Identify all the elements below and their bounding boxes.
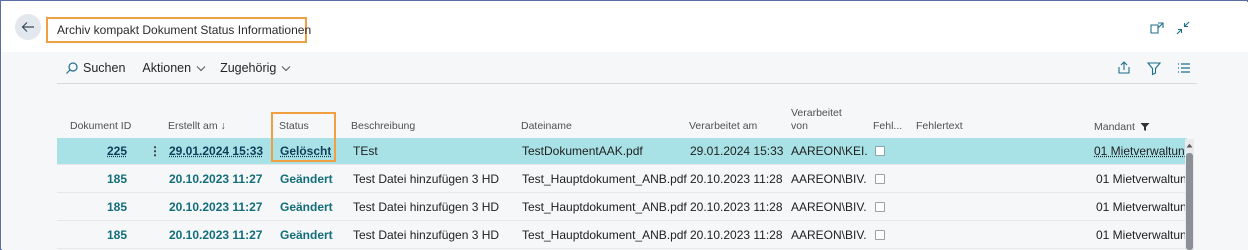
back-button[interactable] <box>15 14 41 40</box>
column-header-processed-by-2: von <box>791 120 808 132</box>
page-title: Archiv kompakt Dokument Status Informati… <box>46 17 311 43</box>
cell-description: Test Datei hinzufügen 3 HD <box>353 200 500 214</box>
cell-status: Geändert <box>280 228 333 242</box>
column-headers: Dokument ID Erstellt am ↓ Status Beschre… <box>57 88 1197 138</box>
cell-processed-at: 20.10.2023 11:28 <box>690 200 783 214</box>
column-header-created[interactable]: Erstellt am ↓ <box>168 120 226 133</box>
column-header-error-text[interactable]: Fehlertext <box>916 120 963 133</box>
cell-error-checkbox <box>875 202 885 212</box>
data-grid: Dokument ID Erstellt am ↓ Status Beschre… <box>57 88 1197 250</box>
cell-created: 20.10.2023 11:27 <box>169 172 263 186</box>
related-menu[interactable]: Zugehörig <box>220 61 292 75</box>
column-header-company-label: Mandant <box>1094 121 1135 133</box>
cell-filename: TestDokumentAAK.pdf <box>522 144 643 158</box>
cell-doc-id[interactable]: 185 <box>107 194 127 221</box>
cell-description: Test Datei hinzufügen 3 HD <box>353 228 500 242</box>
vertical-scrollbar[interactable] <box>1185 139 1194 250</box>
chevron-down-icon <box>196 65 206 71</box>
cell-doc-id[interactable]: 185 <box>107 166 127 193</box>
search-label: Suchen <box>83 60 126 75</box>
arrow-left-icon <box>21 22 34 32</box>
cell-error-checkbox <box>875 146 885 156</box>
cell-company[interactable]: 01 Mietverwaltung <box>1096 222 1187 249</box>
column-header-filename[interactable]: Dateiname <box>521 120 572 133</box>
column-header-doc-id[interactable]: Dokument ID <box>70 120 131 133</box>
cell-created: 20.10.2023 11:27 <box>169 228 263 242</box>
cell-doc-id[interactable]: 185 <box>107 222 127 249</box>
cell-company[interactable]: 01 Mietverwaltung <box>1096 166 1187 193</box>
actions-menu[interactable]: Aktionen <box>142 61 207 75</box>
cell-created: 20.10.2023 11:27 <box>169 200 263 214</box>
list-view-icon[interactable] <box>1175 59 1193 77</box>
scroll-up-icon[interactable] <box>1185 141 1194 149</box>
share-icon[interactable] <box>1115 59 1133 77</box>
column-header-status[interactable]: Status <box>279 120 309 133</box>
column-header-processed-by[interactable]: Verarbeitet <box>791 107 842 120</box>
cell-error-checkbox <box>875 174 885 184</box>
cell-status: Gelöscht <box>280 144 332 158</box>
chevron-down-icon <box>282 65 291 71</box>
cell-processed-by: AAREON\BIV... <box>791 200 867 214</box>
cell-processed-by: AAREON\KEI... <box>791 144 867 158</box>
cell-filename: Test_Hauptdokument_ANB.pdf <box>522 200 687 214</box>
table-row[interactable]: 225 ⋮ 29.01.2024 15:33 Gelöscht TEst Tes… <box>57 138 1187 165</box>
page-title-text: Archiv kompakt Dokument Status Informati… <box>57 23 312 37</box>
filter-icon <box>1140 123 1150 131</box>
cell-description: Test Datei hinzufügen 3 HD <box>353 172 500 186</box>
column-header-company[interactable]: Mandant <box>1094 120 1150 134</box>
cell-processed-at: 20.10.2023 11:28 <box>690 172 783 186</box>
cell-company[interactable]: 01 Mietverwaltung <box>1096 194 1187 221</box>
related-label: Zugehörig <box>220 60 277 75</box>
column-header-error[interactable]: Fehl... <box>873 120 902 133</box>
page-header: Archiv kompakt Dokument Status Informati… <box>2 2 1248 52</box>
cell-processed-by: AAREON\BIV... <box>791 172 867 186</box>
actions-label: Aktionen <box>142 60 192 75</box>
row-menu-icon[interactable]: ⋮ <box>149 138 161 165</box>
open-new-window-icon[interactable] <box>1148 19 1166 37</box>
search-button[interactable]: Suchen <box>65 61 125 75</box>
scrollbar-thumb[interactable] <box>1186 153 1193 250</box>
cell-doc-id[interactable]: 225 <box>107 138 127 165</box>
window-frame: Archiv kompakt Dokument Status Informati… <box>0 0 1248 250</box>
cell-processed-at: 20.10.2023 11:28 <box>690 228 783 242</box>
page-body: Suchen Aktionen Zugehörig Dokument ID Er… <box>2 52 1248 250</box>
cell-filename: Test_Hauptdokument_ANB.pdf <box>522 228 687 242</box>
cell-description: TEst <box>353 144 378 158</box>
table-row[interactable]: 185 20.10.2023 11:27 Geändert Test Datei… <box>57 222 1187 249</box>
action-bar: Suchen Aktionen Zugehörig <box>57 52 1197 84</box>
table-row[interactable]: 185 20.10.2023 11:27 Geändert Test Datei… <box>57 194 1187 221</box>
cell-status: Geändert <box>280 200 333 214</box>
cell-processed-at: 29.01.2024 15:33 <box>690 144 784 158</box>
cell-processed-by: AAREON\BIV... <box>791 228 867 242</box>
filter-icon[interactable] <box>1145 59 1163 77</box>
table-row[interactable]: 185 20.10.2023 11:27 Geändert Test Datei… <box>57 166 1187 193</box>
search-icon <box>66 61 78 74</box>
cell-company[interactable]: 01 Mietverwaltung <box>1094 138 1187 165</box>
cell-error-checkbox <box>875 230 885 240</box>
cell-created: 29.01.2024 15:33 <box>169 144 264 158</box>
cell-filename: Test_Hauptdokument_ANB.pdf <box>522 172 687 186</box>
collapse-icon[interactable] <box>1174 19 1192 37</box>
action-bar-right <box>1115 52 1197 84</box>
cell-status: Geändert <box>280 172 333 186</box>
column-header-description[interactable]: Beschreibung <box>351 120 415 133</box>
column-header-processed-at[interactable]: Verarbeitet am <box>689 120 757 133</box>
